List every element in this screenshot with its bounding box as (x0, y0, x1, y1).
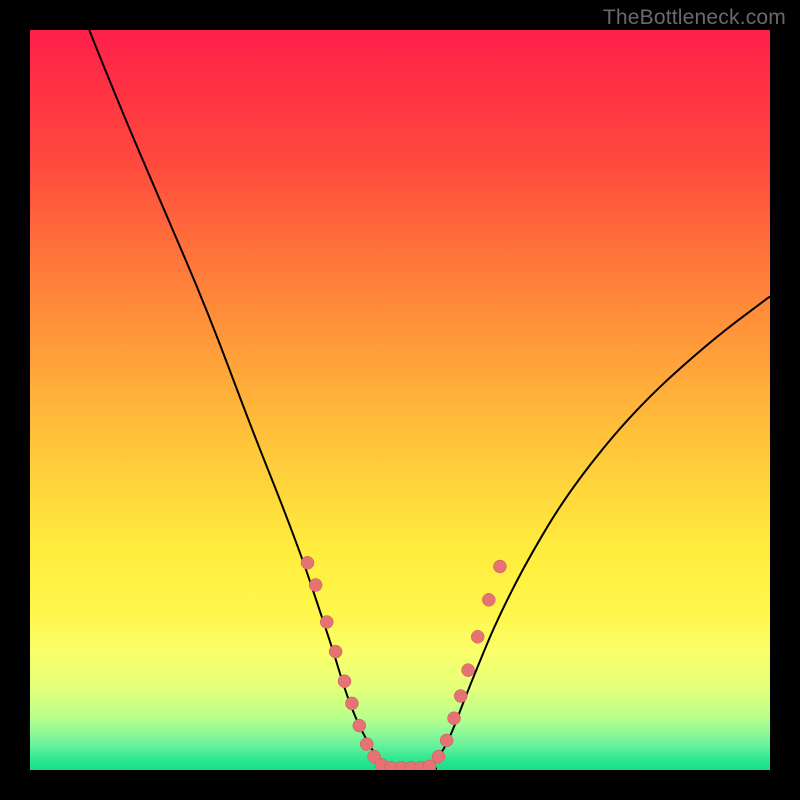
data-point (329, 645, 342, 658)
data-point (454, 690, 467, 703)
data-point (301, 556, 314, 569)
data-point (345, 697, 358, 710)
data-point (320, 616, 333, 629)
data-point (471, 630, 484, 643)
data-point (309, 579, 322, 592)
data-point (338, 675, 351, 688)
data-point (482, 593, 495, 606)
data-point (462, 664, 475, 677)
watermark-text: TheBottleneck.com (603, 6, 786, 30)
data-point (493, 560, 506, 573)
chart-svg (30, 30, 770, 770)
plot-area (30, 30, 770, 770)
data-point (448, 712, 461, 725)
stage: TheBottleneck.com (0, 0, 800, 800)
data-point (353, 719, 366, 732)
curve-right (430, 296, 770, 767)
data-point (432, 750, 445, 763)
curve-left (89, 30, 389, 768)
sample-dots (301, 556, 506, 770)
data-point (440, 734, 453, 747)
data-point (360, 738, 373, 751)
